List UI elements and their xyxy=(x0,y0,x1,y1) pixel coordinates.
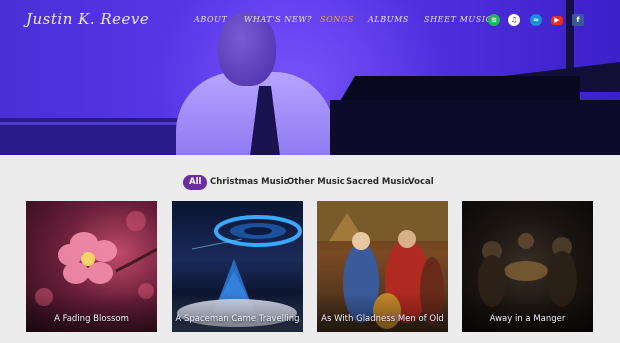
song-card-spaceman[interactable]: A Spaceman Came Travelling xyxy=(172,201,303,332)
nav-about[interactable]: ABOUT xyxy=(194,15,227,24)
song-card-as-with-gladness[interactable]: As With Gladness Men of Old xyxy=(317,201,448,332)
song-title: Away in a Manger xyxy=(489,314,566,324)
youtube-icon[interactable]: ▶ xyxy=(551,16,563,25)
nav-sheet-music[interactable]: SHEET MUSIC xyxy=(424,15,492,24)
song-card-fading-blossom[interactable]: A Fading Blossom xyxy=(26,201,157,332)
filter-christmas-music[interactable]: Christmas Music xyxy=(210,175,289,190)
main-nav: ABOUT WHAT'S NEW? SONGS ALBUMS SHEET MUS… xyxy=(0,15,620,29)
filter-sacred-music[interactable]: Sacred Music xyxy=(346,175,409,190)
amazon-music-icon[interactable]: ≈ xyxy=(530,14,542,26)
song-card-away-in-a-manger[interactable]: Away in a Manger xyxy=(462,201,593,332)
filter-other-music[interactable]: Other Music xyxy=(287,175,345,190)
itunes-icon[interactable]: ♫ xyxy=(508,14,520,26)
song-title: A Fading Blossom xyxy=(54,314,129,324)
song-title: A Spaceman Came Travelling xyxy=(175,314,300,324)
piano-body xyxy=(330,100,620,155)
filter-all[interactable]: All xyxy=(183,175,208,190)
nav-whats-new[interactable]: WHAT'S NEW? xyxy=(244,15,312,24)
nav-albums[interactable]: ALBUMS xyxy=(368,15,409,24)
filter-vocal[interactable]: Vocal xyxy=(408,175,434,190)
category-filters: All Christmas Music Other Music Sacred M… xyxy=(0,175,620,191)
spotify-icon[interactable]: ≋ xyxy=(488,14,500,26)
song-title: As With Gladness Men of Old xyxy=(321,314,444,324)
nav-songs[interactable]: SONGS xyxy=(320,15,354,24)
facebook-icon[interactable]: f xyxy=(572,14,584,26)
